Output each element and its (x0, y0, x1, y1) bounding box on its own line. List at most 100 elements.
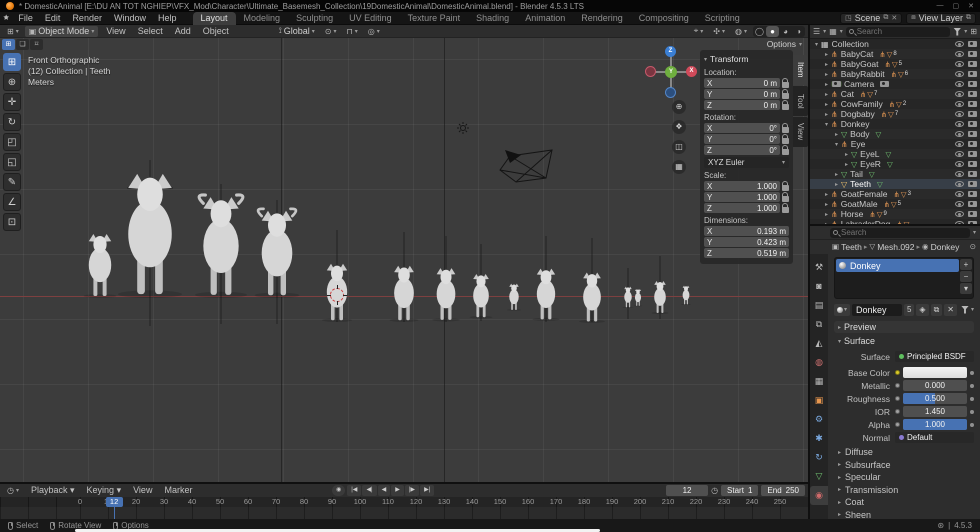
properties-tab-object[interactable]: ▣ (810, 391, 828, 410)
properties-tab-view-layer[interactable]: ⧉ (810, 315, 828, 334)
hide-eye-icon[interactable] (955, 91, 964, 97)
camera-view-icon[interactable]: ◫ (672, 140, 686, 154)
camera-object[interactable] (500, 150, 552, 182)
breadcrumb-data[interactable]: Mesh.092 (877, 242, 914, 252)
transport-button-1[interactable]: ◀| (362, 485, 376, 496)
gizmo-z-axis[interactable]: Z (665, 46, 676, 57)
outliner-row-babygoat[interactable]: ▸⋔BabyGoat⋔▽5 (810, 59, 980, 69)
object-name[interactable]: Horse (841, 209, 864, 219)
view-layer-selector[interactable]: ⧈ View Layer ⧉ (906, 13, 976, 24)
transport-button-0[interactable]: |◀ (347, 485, 361, 496)
outliner-display-mode-icon[interactable]: ▦ (829, 27, 837, 36)
value-field[interactable]: X0 m (704, 78, 780, 88)
outliner-editor-icon[interactable]: ☰ (813, 27, 820, 36)
shading-solid-icon[interactable]: ● (766, 26, 779, 37)
maximize-button[interactable]: ▢ (953, 2, 960, 10)
menu-render[interactable]: Render (66, 13, 108, 23)
disable-render-icon[interactable] (968, 111, 977, 117)
outliner-row-babyrabbit[interactable]: ▸⋔BabyRabbit⋔▽6 (810, 69, 980, 79)
value-field[interactable]: Y0 m (704, 89, 780, 99)
close-button[interactable]: ✕ (968, 2, 974, 10)
object-name[interactable]: EyeR (860, 159, 881, 169)
value-field[interactable]: Y0° (704, 134, 780, 144)
current-frame-field[interactable]: 12 (666, 485, 708, 496)
properties-tab-material[interactable]: ◉ (810, 486, 828, 505)
preview-panel-header[interactable]: ▸ Preview (834, 321, 974, 333)
properties-tab-world[interactable]: ◍ (810, 353, 828, 372)
orientation-dropdown[interactable]: ⟟Global▾ (275, 26, 319, 37)
end-frame-field[interactable]: End250 (761, 485, 805, 496)
value-field[interactable]: Z0 m (704, 100, 780, 110)
outliner-row-cat[interactable]: ▸⋔Cat⋔▽7 (810, 89, 980, 99)
pivot-dropdown[interactable]: ⊙▾ (321, 26, 341, 37)
normal-dropdown[interactable]: Default (895, 432, 974, 443)
tool-annotate[interactable]: ✎ (3, 173, 21, 191)
lock-icon[interactable] (782, 196, 789, 202)
disable-render-icon[interactable] (968, 41, 977, 47)
disable-render-icon[interactable] (968, 181, 977, 187)
overlays-dropdown[interactable]: ◍▾ (731, 26, 751, 37)
lock-icon[interactable] (782, 104, 789, 110)
outliner-row-dogbaby[interactable]: ▸⋔Dogbaby⋔▽7 (810, 109, 980, 119)
value-field[interactable]: Z0.519 m (704, 248, 789, 258)
light-gizmo-icon[interactable] (457, 122, 469, 134)
tool-select-box[interactable]: ⊞ (3, 53, 21, 71)
snap-magnet-icon[interactable]: ⊓▾ (342, 26, 361, 37)
add-slot-button[interactable]: + (960, 259, 972, 270)
disable-render-icon[interactable] (968, 81, 977, 87)
hide-eye-icon[interactable] (955, 151, 964, 157)
timeline-track[interactable] (0, 507, 808, 519)
animate-dot[interactable] (970, 410, 974, 414)
lock-icon[interactable] (782, 82, 789, 88)
viewport-canvas[interactable]: Front Orthographic (12) Collection | Tee… (0, 38, 808, 482)
disable-render-icon[interactable] (968, 151, 977, 157)
hide-eye-icon[interactable] (955, 101, 964, 107)
hide-eye-icon[interactable] (955, 171, 964, 177)
fake-user-icon[interactable]: ◈ (916, 304, 928, 316)
animate-dot[interactable] (970, 423, 974, 427)
object-name[interactable]: BabyRabbit (841, 69, 885, 79)
start-frame-field[interactable]: Start1 (721, 485, 758, 496)
timeline-rows[interactable]: 0102030405060708090100110120130140150160… (0, 497, 808, 519)
lock-icon[interactable] (782, 138, 789, 144)
select-mode-tweak[interactable]: ⊞ (2, 39, 15, 50)
outliner-row-cowfamily[interactable]: ▸⋔CowFamily⋔▽2 (810, 99, 980, 109)
options-dropdown[interactable]: Options▾ (767, 39, 802, 49)
tool-transform[interactable]: ◱ (3, 153, 21, 171)
remove-slot-button[interactable]: − (960, 271, 972, 282)
workspace-tab-rendering[interactable]: Rendering (573, 12, 631, 25)
gizmos-dropdown[interactable]: ✣▾ (709, 26, 729, 37)
blender-logo-icon[interactable] (6, 2, 14, 10)
timeline-menu-view[interactable]: View (127, 485, 158, 496)
object-name[interactable]: GoatMale (841, 199, 878, 209)
outliner-row-teeth[interactable]: ▸▽Teeth▽ (810, 179, 980, 189)
viewport-menu-add[interactable]: Add (169, 26, 197, 36)
unlink-material-icon[interactable]: ✕ (944, 304, 957, 316)
transport-button-2[interactable]: ◀ (378, 485, 391, 496)
select-mode-box[interactable]: ❏ (16, 39, 29, 50)
n-panel-tab-item[interactable]: Item (793, 55, 808, 85)
object-name[interactable]: Camera (844, 79, 874, 89)
outliner-row-eye[interactable]: ▾⋔Eye (810, 139, 980, 149)
outliner-row-goatmale[interactable]: ▸⋔GoatMale⋔▽5 (810, 199, 980, 209)
gizmo-y-axis[interactable]: Y (665, 66, 677, 78)
gizmo-x-neg-axis[interactable] (645, 66, 656, 77)
tool-measure[interactable]: ∠ (3, 193, 21, 211)
value-field[interactable]: Y1.000 (704, 192, 780, 202)
properties-tab-modifiers[interactable]: ⚙ (810, 410, 828, 429)
workspace-tab-compositing[interactable]: Compositing (631, 12, 697, 25)
properties-tab-collection[interactable]: ▦ (810, 372, 828, 391)
hide-eye-icon[interactable] (955, 111, 964, 117)
disable-render-icon[interactable] (968, 161, 977, 167)
outliner-row-camera[interactable]: ▸Camera (810, 79, 980, 89)
object-name[interactable]: GoatFemale (841, 189, 888, 199)
disable-render-icon[interactable] (968, 191, 977, 197)
object-name[interactable]: Teeth (850, 179, 871, 189)
navigation-gizmo[interactable]: Z X Y (645, 46, 697, 98)
material-name-field[interactable]: Donkey (852, 304, 902, 316)
viewport-menu-object[interactable]: Object (197, 26, 235, 36)
properties-search[interactable] (830, 228, 970, 238)
playhead[interactable]: 12 (114, 497, 116, 519)
new-collection-icon[interactable]: ⊞ (970, 27, 977, 36)
timeline-editor-icon[interactable]: ◷▾ (3, 485, 23, 496)
